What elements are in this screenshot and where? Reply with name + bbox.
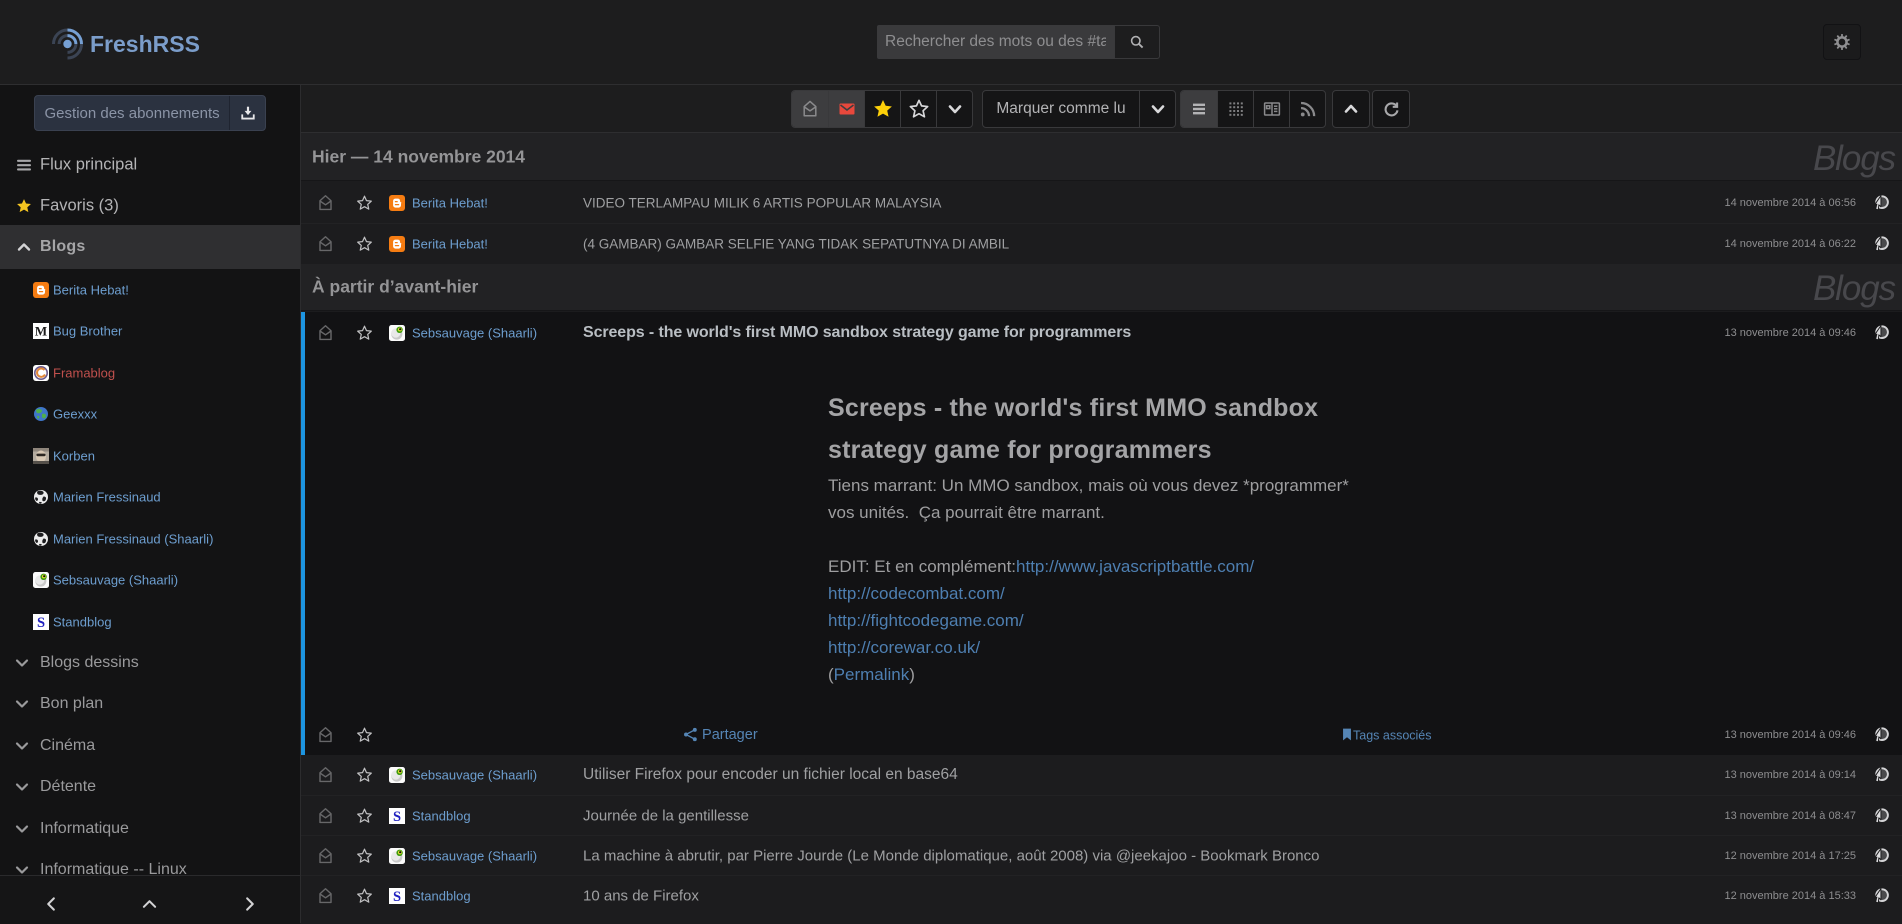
svg-text:S: S — [37, 615, 45, 630]
svg-text:M: M — [35, 324, 47, 339]
svg-text:S: S — [393, 809, 401, 824]
svg-text:S: S — [393, 889, 401, 904]
